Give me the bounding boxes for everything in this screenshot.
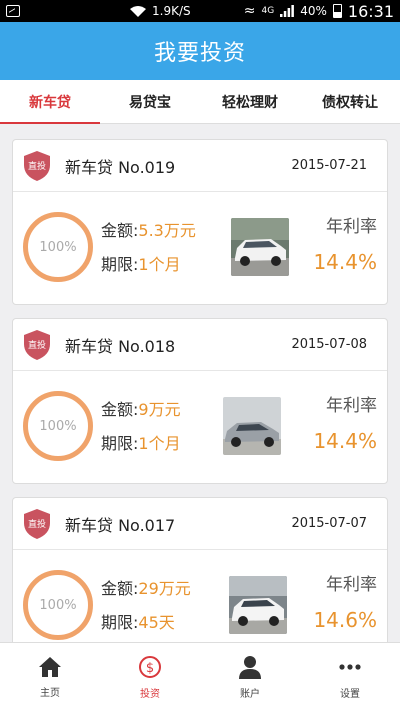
nav-home[interactable]: 主页	[0, 643, 100, 711]
wifi-icon	[130, 5, 146, 17]
direct-invest-badge: 直投	[23, 150, 51, 182]
battery-icon	[332, 4, 342, 18]
rate-value: 14.4%	[313, 250, 377, 274]
rate-value: 14.6%	[313, 608, 377, 632]
user-icon	[238, 655, 262, 679]
invest-icon: $	[138, 655, 162, 679]
progress-ring: 100%	[23, 391, 93, 461]
amount-value: 9万元	[138, 400, 181, 419]
tab-new-car-loan[interactable]: 新车贷	[0, 80, 100, 124]
term-value: 45天	[138, 613, 175, 632]
loan-title: 新车贷 No.019	[65, 157, 176, 177]
direct-invest-badge: 直投	[23, 329, 51, 361]
rate-label: 年利率	[326, 575, 377, 595]
gallery-notification-icon	[6, 5, 20, 17]
nav-label: 账户	[240, 688, 260, 700]
rate-value: 14.4%	[313, 429, 377, 453]
nav-label: 主页	[40, 687, 60, 699]
svg-text:$: $	[146, 661, 154, 676]
loan-date: 2015-07-07	[291, 516, 367, 531]
wifi-signal-icon: ≈	[243, 3, 256, 19]
loan-card-header: 直投 新车贷 No.019 2015-07-21	[13, 140, 387, 192]
amount-row: 金额:9万元	[101, 400, 181, 419]
more-icon	[338, 655, 362, 679]
loan-date: 2015-07-21	[291, 158, 367, 173]
loan-date: 2015-07-08	[291, 337, 367, 352]
amount-value: 29万元	[138, 579, 191, 598]
signal-icon	[280, 5, 295, 17]
category-tabs: 新车贷 易贷宝 轻松理财 债权转让	[0, 80, 400, 124]
term-row: 期限:1个月	[101, 255, 181, 274]
loan-card[interactable]: 直投 新车贷 No.018 2015-07-08 100% 金额:9万元 期限:…	[12, 318, 388, 484]
term-value: 1个月	[138, 434, 181, 453]
loan-title: 新车贷 No.017	[65, 515, 176, 535]
loan-card[interactable]: 直投 新车贷 No.019 2015-07-21 100% 金额:5.3万元 期…	[12, 139, 388, 305]
direct-invest-badge: 直投	[23, 508, 51, 540]
bottom-nav: 主页 $ 投资 账户 设置	[0, 642, 400, 711]
nav-account[interactable]: 账户	[200, 643, 300, 711]
home-icon	[38, 656, 62, 678]
term-row: 期限:1个月	[101, 434, 181, 453]
amount-row: 金额:29万元	[101, 579, 191, 598]
term-value: 1个月	[138, 255, 181, 274]
tab-easy-loan[interactable]: 易贷宝	[100, 80, 200, 123]
rate-label: 年利率	[326, 217, 377, 237]
page-title: 我要投资	[153, 41, 246, 66]
nav-label: 投资	[140, 688, 160, 700]
rate-label: 年利率	[326, 396, 377, 416]
loan-card-header: 直投 新车贷 No.017 2015-07-07	[13, 498, 387, 550]
term-row: 期限:45天	[101, 613, 175, 632]
loan-title: 新车贷 No.018	[65, 336, 176, 356]
amount-row: 金额:5.3万元	[101, 221, 196, 240]
nav-invest[interactable]: $ 投资	[100, 643, 200, 711]
tab-debt-transfer[interactable]: 债权转让	[300, 80, 400, 123]
battery-percent: 40%	[300, 4, 327, 18]
network-speed: 1.9K/S	[152, 4, 191, 18]
title-bar: 我要投资	[0, 22, 400, 80]
loan-list: 直投 新车贷 No.019 2015-07-21 100% 金额:5.3万元 期…	[0, 124, 400, 642]
nav-label: 设置	[340, 688, 360, 700]
progress-ring: 100%	[23, 570, 93, 640]
car-image	[223, 397, 281, 455]
loan-card[interactable]: 直投 新车贷 No.017 2015-07-07 100% 金额:29万元 期限…	[12, 497, 388, 642]
network-type: 4G	[261, 6, 275, 16]
amount-value: 5.3万元	[138, 221, 196, 240]
nav-settings[interactable]: 设置	[300, 643, 400, 711]
car-image	[229, 576, 287, 634]
car-image	[231, 218, 289, 276]
loan-card-header: 直投 新车贷 No.018 2015-07-08	[13, 319, 387, 371]
status-bar: 1.9K/S ≈ 4G 40% 16:31	[0, 0, 400, 22]
tab-easy-finance[interactable]: 轻松理财	[200, 80, 300, 123]
clock: 16:31	[347, 1, 394, 21]
progress-ring: 100%	[23, 212, 93, 282]
